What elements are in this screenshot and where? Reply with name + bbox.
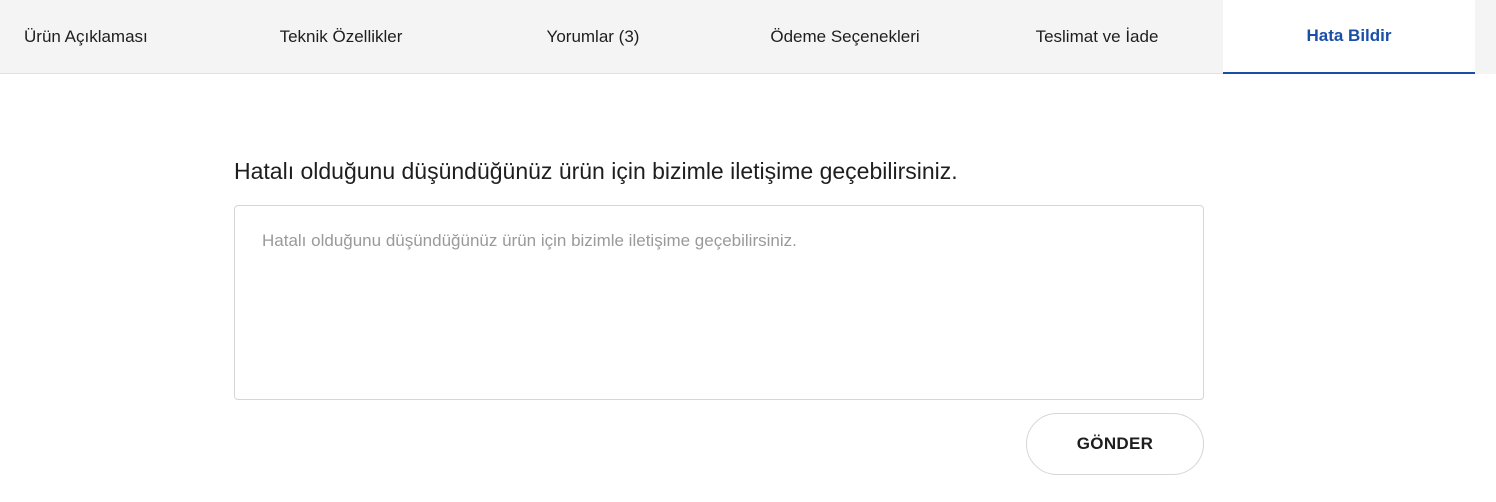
tab-product-description[interactable]: Ürün Açıklaması <box>24 0 224 73</box>
report-message-input[interactable] <box>234 205 1204 400</box>
tab-payment-options[interactable]: Ödeme Seçenekleri <box>719 0 971 73</box>
tabbar-edge <box>1475 0 1496 74</box>
tab-reviews[interactable]: Yorumlar (3) <box>467 0 719 73</box>
tab-delivery-returns[interactable]: Teslimat ve İade <box>971 0 1223 73</box>
tab-report-error[interactable]: Hata Bildir <box>1223 0 1475 74</box>
report-prompt-text: Hatalı olduğunu düşündüğünüz ürün için b… <box>234 158 958 184</box>
submit-button[interactable]: GÖNDER <box>1026 413 1204 475</box>
tab-technical-specs[interactable]: Teknik Özellikler <box>215 0 467 73</box>
product-tabbar: Ürün Açıklaması Teknik Özellikler Yoruml… <box>0 0 1496 74</box>
